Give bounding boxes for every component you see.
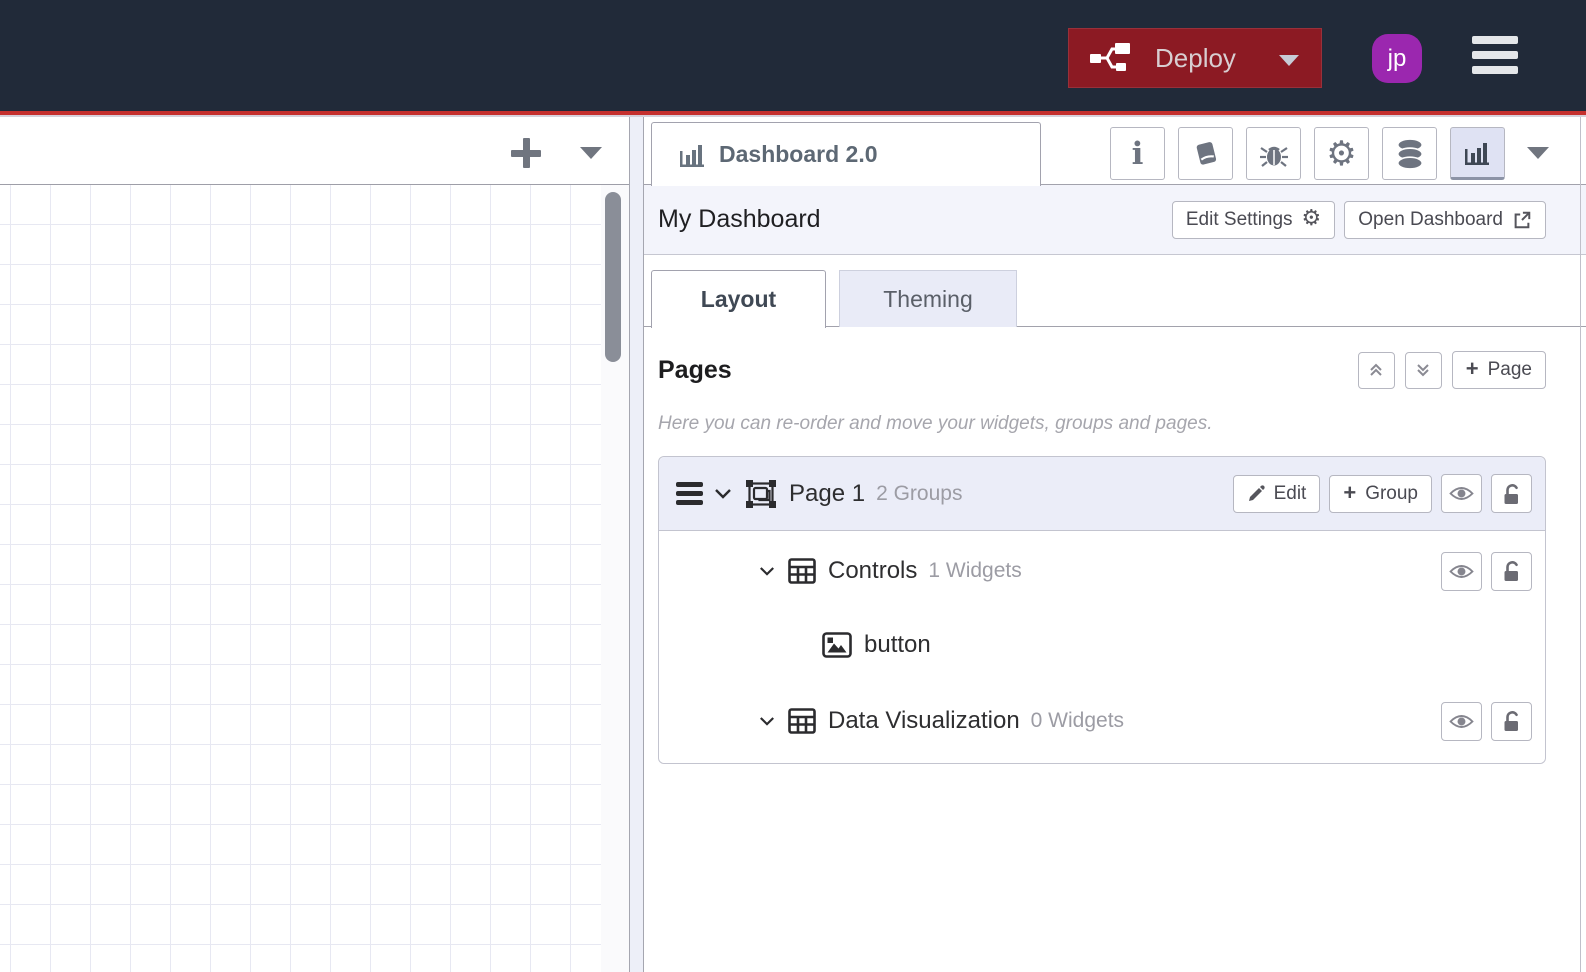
deploy-options-caret-icon[interactable] [1279, 55, 1299, 66]
bug-icon [1259, 146, 1288, 167]
tab-layout[interactable]: Layout [651, 270, 826, 328]
edit-settings-button[interactable]: Edit Settings [1171, 200, 1336, 239]
hamburger-menu-icon [1472, 36, 1518, 44]
flow-list-caret-icon[interactable] [580, 147, 602, 159]
tab-theming[interactable]: Theming [839, 270, 1017, 327]
flow-editor-pane [0, 117, 629, 972]
group-visibility-button[interactable] [1441, 701, 1482, 741]
double-chevron-down-icon [1417, 364, 1429, 377]
sidebar: Dashboard 2.0 i ⚙ My Dashboard Edit Sett… [644, 117, 1586, 972]
group-row-controls[interactable]: Controls 1 Widgets [659, 547, 1532, 595]
collapse-group-chevron-icon[interactable] [759, 566, 775, 577]
eye-icon [1449, 714, 1474, 728]
main-menu-button[interactable] [1472, 36, 1518, 74]
canvas-vertical-scrollbar[interactable] [605, 192, 621, 362]
bar-chart-icon [680, 145, 704, 167]
user-avatar[interactable]: jp [1372, 34, 1422, 83]
book-icon [1196, 141, 1216, 165]
eye-icon [1449, 564, 1474, 578]
pages-hint-text: Here you can re-order and move your widg… [658, 413, 1213, 434]
page-meta: 2 Groups [876, 481, 963, 505]
collapse-page-chevron-icon[interactable] [714, 488, 732, 500]
app-header: Deploy jp [0, 0, 1586, 111]
sidebar-tab-title: Dashboard 2.0 [719, 141, 878, 167]
dashboard-title: My Dashboard [658, 205, 821, 233]
context-tab-button[interactable] [1382, 127, 1437, 180]
sidebar-icon-toolbar [1110, 127, 1505, 180]
sidebar-tabs-caret-icon[interactable] [1527, 147, 1549, 159]
bar-chart-icon [1464, 143, 1489, 165]
dashboard-header-row: My Dashboard Edit Settings Open Dashboar… [644, 185, 1586, 255]
object-group-icon [745, 479, 777, 509]
page-visibility-button[interactable] [1441, 474, 1482, 513]
group-label: Controls [828, 557, 918, 584]
sidebar-resize-handle[interactable] [629, 117, 644, 972]
page-row[interactable]: Page 1 2 Groups Edit Group [659, 457, 1545, 531]
database-icon [1396, 137, 1423, 170]
deploy-label: Deploy [1155, 42, 1236, 73]
eye-icon [1449, 487, 1474, 500]
page-label: Page 1 [789, 479, 866, 507]
flow-canvas[interactable] [0, 185, 629, 972]
config-tab-button[interactable] [1314, 127, 1369, 180]
sidebar-tab-bar: Dashboard 2.0 [644, 117, 1586, 186]
plus-icon [1343, 482, 1356, 506]
page-card: Page 1 2 Groups Edit Group [658, 456, 1546, 764]
info-tab-button[interactable] [1110, 127, 1165, 180]
layout-panel: Pages Page [644, 327, 1586, 972]
info-icon [1132, 136, 1144, 172]
move-page-up-button[interactable] [1357, 351, 1395, 389]
dashboard-tab-button[interactable] [1450, 127, 1505, 180]
unlock-icon [1504, 561, 1518, 581]
pages-title: Pages [658, 355, 732, 384]
collapse-group-chevron-icon[interactable] [759, 716, 775, 727]
add-page-button[interactable]: Page [1451, 351, 1546, 389]
widget-label: button [864, 631, 931, 658]
group-visibility-button[interactable] [1441, 551, 1482, 591]
double-chevron-up-icon [1370, 363, 1382, 376]
open-dashboard-button[interactable]: Open Dashboard [1344, 200, 1546, 239]
flow-tab-bar [0, 117, 629, 185]
deploy-nodes-icon [1090, 43, 1130, 71]
debug-tab-button[interactable] [1246, 127, 1301, 180]
add-group-button[interactable]: Group [1329, 474, 1432, 513]
group-meta: 0 Widgets [1030, 709, 1125, 732]
edit-page-button[interactable]: Edit [1232, 474, 1321, 513]
deploy-button[interactable]: Deploy [1068, 28, 1322, 88]
page-card-body: Controls 1 Widgets button Data Visualiza… [659, 531, 1545, 763]
group-label: Data Visualization [828, 707, 1020, 734]
table-cells-icon [788, 708, 816, 734]
plus-icon [1466, 358, 1479, 382]
tab-dashboard-2[interactable]: Dashboard 2.0 [651, 122, 1041, 186]
add-flow-button[interactable] [511, 138, 541, 168]
group-meta: 1 Widgets [928, 559, 1022, 582]
gear-icon [1326, 137, 1356, 171]
unlock-icon [1504, 711, 1518, 731]
move-page-down-button[interactable] [1404, 351, 1442, 389]
pages-header-row: Pages Page [658, 351, 1546, 389]
image-icon [822, 632, 852, 658]
group-row-data-visualization[interactable]: Data Visualization 0 Widgets [659, 697, 1532, 745]
widget-row-button[interactable]: button [659, 621, 1532, 669]
unlock-icon [1504, 483, 1518, 504]
layout-theming-tabs: Layout Theming [644, 270, 1586, 328]
gear-icon [1302, 208, 1322, 231]
page-lock-button[interactable] [1491, 474, 1532, 513]
help-tab-button[interactable] [1178, 127, 1233, 180]
table-cells-icon [788, 558, 816, 584]
group-lock-button[interactable] [1491, 701, 1532, 741]
pencil-icon [1248, 484, 1265, 501]
drag-handle-icon[interactable] [676, 482, 703, 505]
group-lock-button[interactable] [1491, 551, 1532, 591]
external-link-icon [1514, 211, 1531, 228]
